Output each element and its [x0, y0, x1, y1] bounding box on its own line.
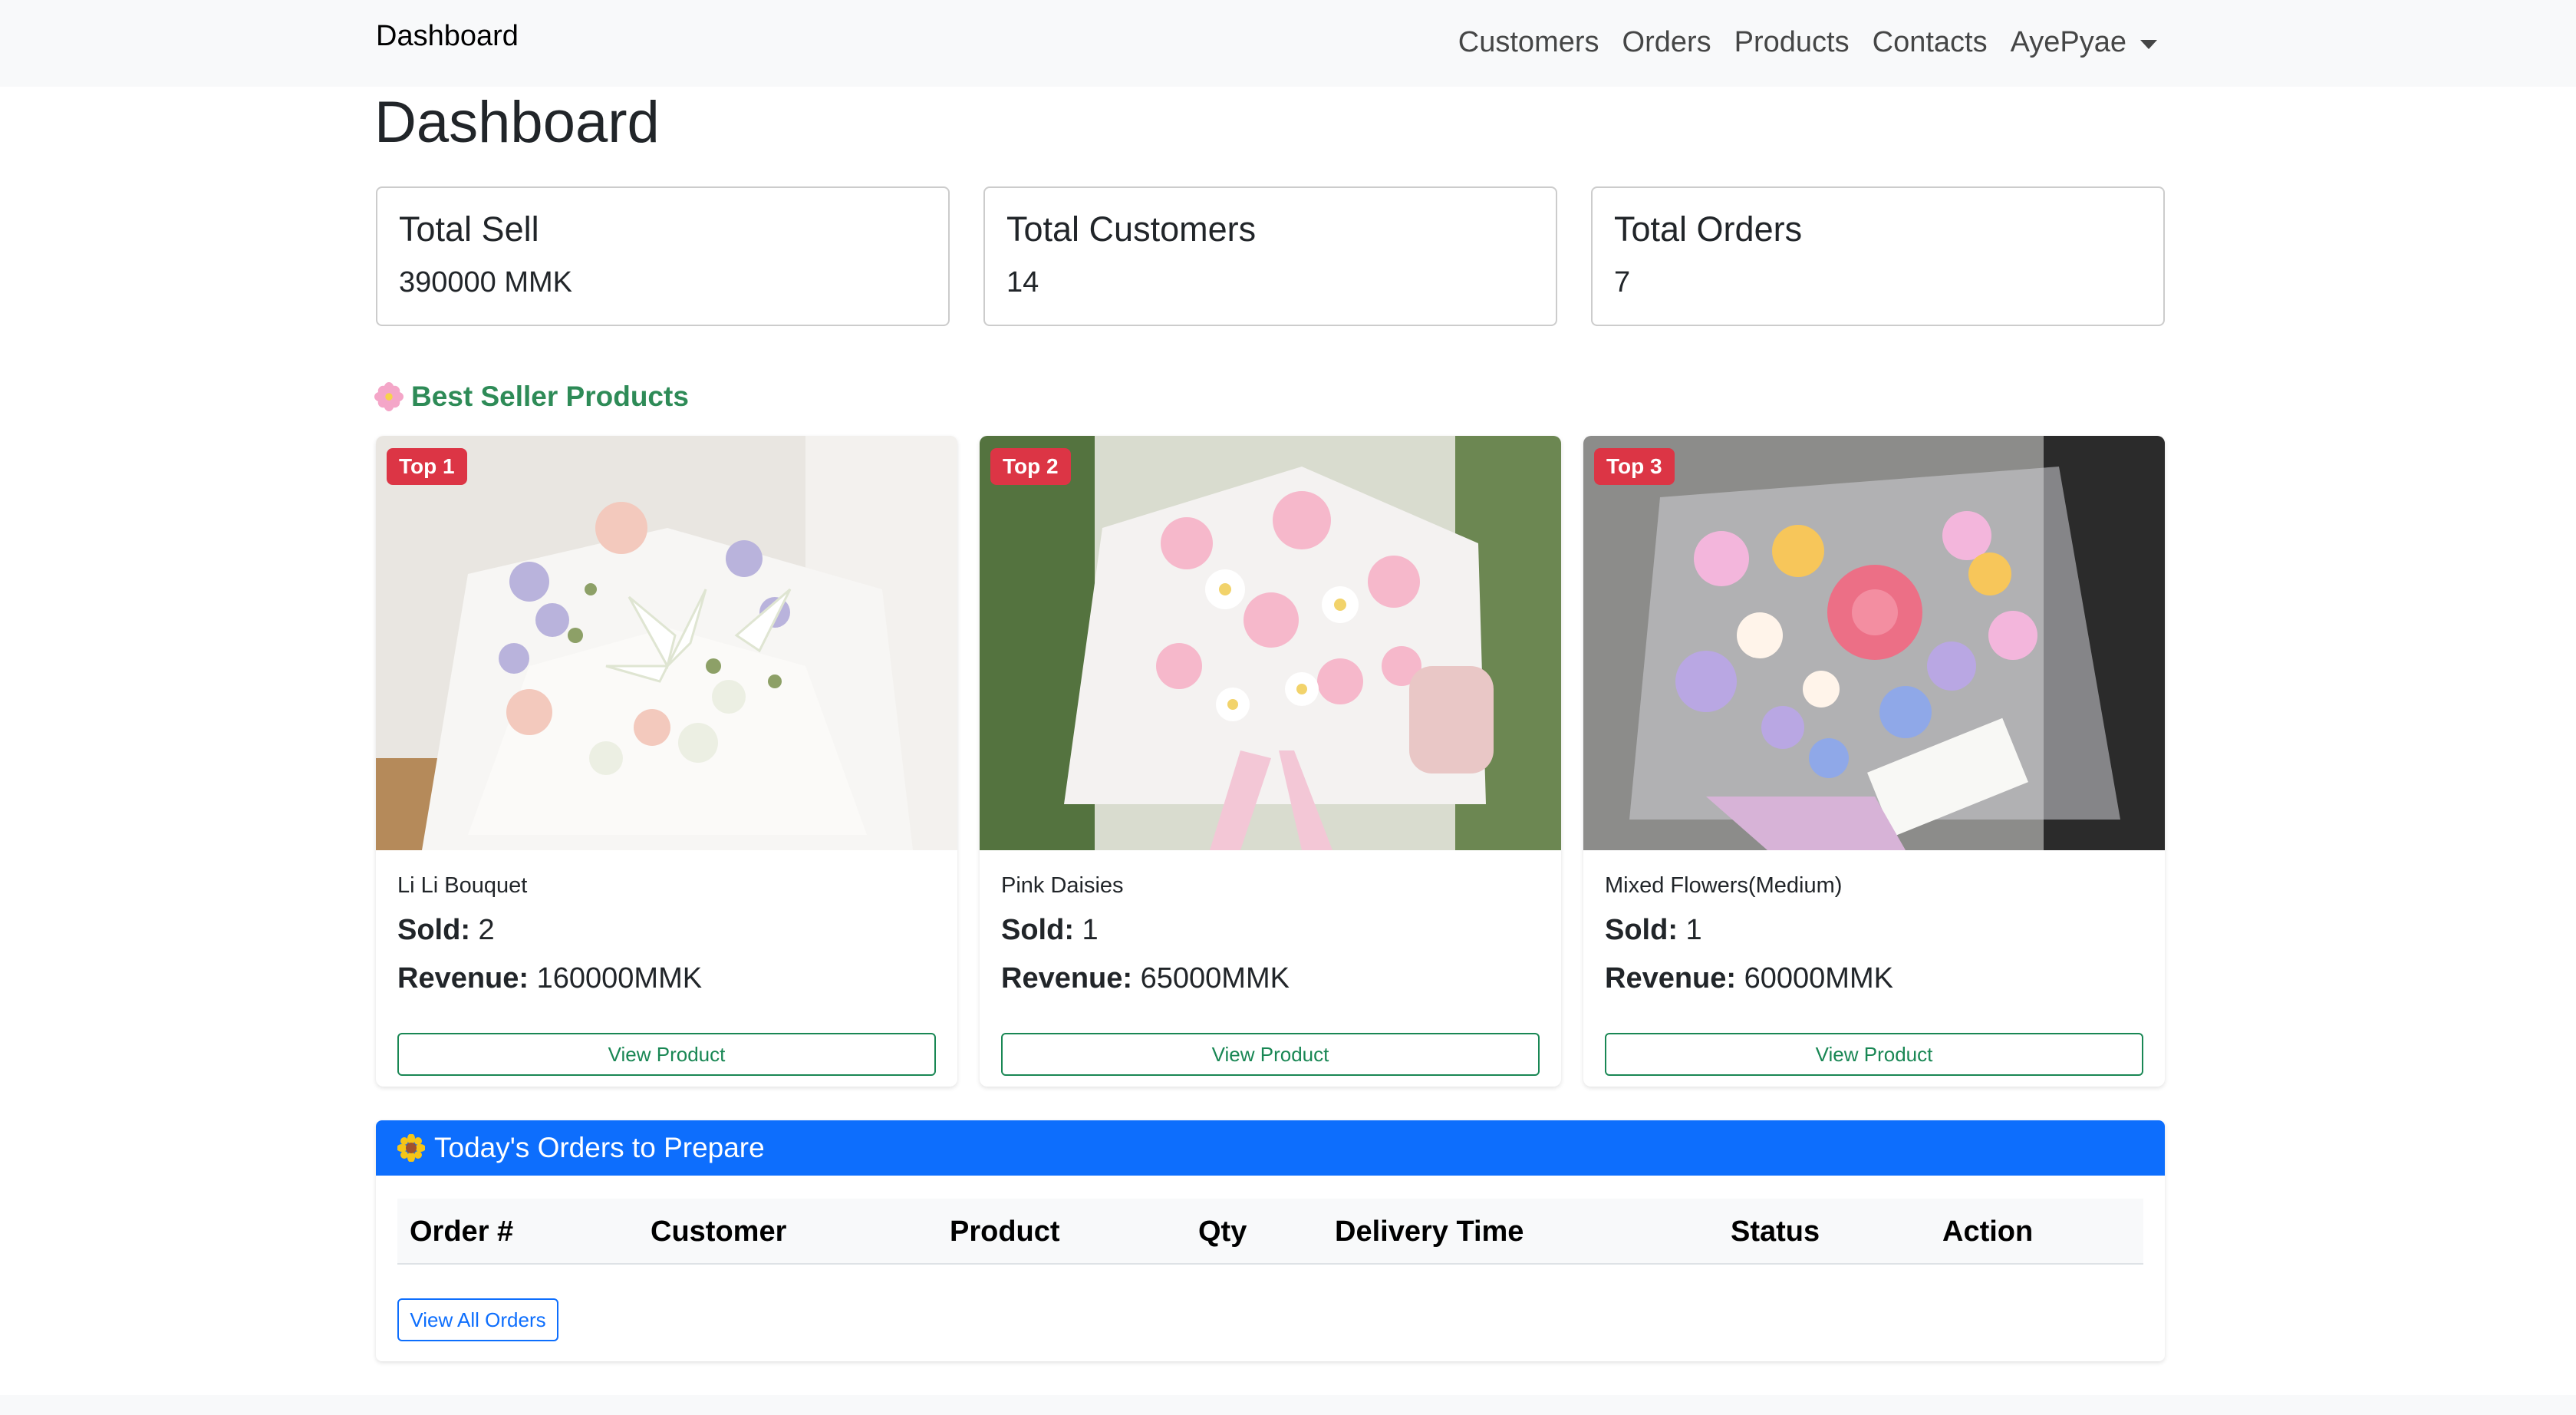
- product-image: Top 2: [980, 436, 1561, 850]
- user-dropdown[interactable]: AyePyae: [2011, 26, 2157, 59]
- sold-label: Sold:: [397, 914, 470, 946]
- page-title: Dashboard: [374, 90, 660, 155]
- view-product-button[interactable]: View Product: [1001, 1033, 1540, 1076]
- view-product-button[interactable]: View Product: [397, 1033, 936, 1076]
- stat-value: 390000 MMK: [399, 266, 573, 299]
- nav-link-products[interactable]: Products: [1734, 26, 1850, 59]
- column-delivery-time: Delivery Time: [1335, 1215, 1524, 1248]
- stat-value: 7: [1614, 266, 1631, 299]
- revenue-label: Revenue:: [1001, 962, 1133, 994]
- rank-badge: Top 2: [990, 448, 1071, 485]
- product-name: Li Li Bouquet: [397, 873, 528, 898]
- product-sold: Sold: 1: [1001, 914, 1538, 947]
- revenue-value: 65000MMK: [1140, 962, 1290, 994]
- column-customer: Customer: [651, 1215, 787, 1248]
- column-qty: Qty: [1198, 1215, 1247, 1248]
- column-status: Status: [1731, 1215, 1820, 1248]
- product-name: Pink Daisies: [1001, 873, 1124, 898]
- sold-value: 1: [1685, 914, 1702, 946]
- view-all-orders-button[interactable]: View All Orders: [397, 1298, 558, 1341]
- product-sold: Sold: 1: [1605, 914, 2142, 947]
- orders-table-header: Order # Customer Product Qty Delivery Ti…: [397, 1199, 2143, 1265]
- stat-title: Total Orders: [1614, 209, 1803, 249]
- todays-orders-card: Today's Orders to Prepare Order # Custom…: [376, 1120, 2165, 1361]
- revenue-value: 60000MMK: [1744, 962, 1893, 994]
- product-revenue: Revenue: 65000MMK: [1001, 962, 1538, 995]
- sold-value: 2: [478, 914, 495, 946]
- product-image: Top 1: [376, 436, 957, 850]
- orders-header: Today's Orders to Prepare: [376, 1120, 2165, 1176]
- orders-title: Today's Orders to Prepare: [434, 1132, 765, 1163]
- footer-strip: [0, 1395, 2576, 1415]
- stat-card-total-customers: Total Customers 14: [983, 186, 1557, 326]
- product-card: Top 1 Li Li Bouquet Sold: 2 Revenue: 160…: [376, 436, 957, 1087]
- product-revenue: Revenue: 60000MMK: [1605, 962, 2142, 995]
- best-seller-title: Best Seller Products: [411, 381, 689, 412]
- revenue-label: Revenue:: [397, 962, 529, 994]
- column-order-number: Order #: [410, 1215, 514, 1248]
- stats-row: Total Sell 390000 MMK Total Customers 14…: [376, 186, 2165, 326]
- product-card: Top 3 Mixed Flowers(Medium) Sold: 1 Reve…: [1583, 436, 2165, 1087]
- rank-badge: Top 1: [387, 448, 467, 485]
- stat-title: Total Customers: [1006, 209, 1257, 249]
- product-sold: Sold: 2: [397, 914, 934, 947]
- sunflower-icon: [397, 1134, 425, 1162]
- product-body: Li Li Bouquet Sold: 2 Revenue: 160000MMK: [397, 873, 934, 995]
- sold-label: Sold:: [1001, 914, 1074, 946]
- nav-link-orders[interactable]: Orders: [1622, 26, 1711, 59]
- product-body: Mixed Flowers(Medium) Sold: 1 Revenue: 6…: [1605, 873, 2142, 995]
- stat-value: 14: [1006, 266, 1039, 299]
- stat-card-total-orders: Total Orders 7: [1591, 186, 2165, 326]
- blossom-icon: [374, 382, 404, 411]
- stat-card-total-sell: Total Sell 390000 MMK: [376, 186, 950, 326]
- rank-badge: Top 3: [1594, 448, 1675, 485]
- revenue-value: 160000MMK: [536, 962, 703, 994]
- product-body: Pink Daisies Sold: 1 Revenue: 65000MMK: [1001, 873, 1538, 995]
- nav-link-contacts[interactable]: Contacts: [1873, 26, 1988, 59]
- product-name: Mixed Flowers(Medium): [1605, 873, 1843, 898]
- user-name: AyePyae: [2010, 26, 2126, 58]
- product-card: Top 2 Pink Daisies Sold: 1 Revenue: 6500…: [980, 436, 1561, 1087]
- nav-link-customers[interactable]: Customers: [1458, 26, 1599, 59]
- navbar: Dashboard Customers Orders Products Cont…: [0, 0, 2576, 87]
- column-action: Action: [1942, 1215, 2034, 1248]
- best-seller-heading: Best Seller Products: [374, 381, 689, 413]
- navbar-brand[interactable]: Dashboard: [376, 20, 519, 53]
- nav-links: Customers Orders Products Contacts AyePy…: [1458, 26, 2157, 59]
- product-revenue: Revenue: 160000MMK: [397, 962, 934, 995]
- stat-title: Total Sell: [399, 209, 539, 249]
- sold-value: 1: [1082, 914, 1099, 946]
- product-image: Top 3: [1583, 436, 2165, 850]
- revenue-label: Revenue:: [1605, 962, 1737, 994]
- caret-down-icon: [2140, 39, 2157, 49]
- view-product-button[interactable]: View Product: [1605, 1033, 2143, 1076]
- sold-label: Sold:: [1605, 914, 1678, 946]
- column-product: Product: [950, 1215, 1060, 1248]
- best-seller-products: Top 1 Li Li Bouquet Sold: 2 Revenue: 160…: [376, 436, 2165, 1087]
